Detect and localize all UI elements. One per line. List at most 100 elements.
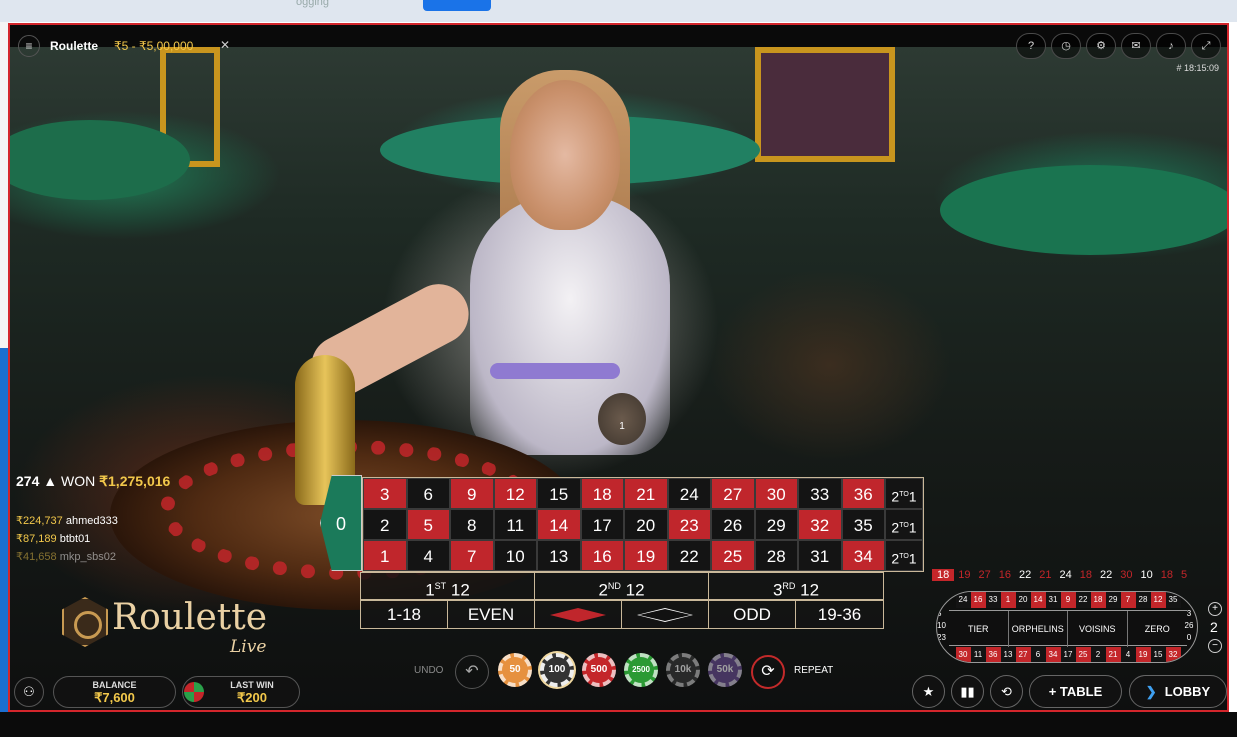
bet-spot-27[interactable]: 27 — [711, 478, 755, 509]
racetrack-number[interactable]: 18 — [1090, 592, 1106, 608]
racetrack-number[interactable]: 11 — [970, 647, 986, 662]
browser-blue-button[interactable] — [423, 0, 491, 11]
bet-spot-14[interactable]: 14 — [537, 509, 581, 540]
bet-limits[interactable]: ₹5 - ₹5,00,000 — [114, 39, 193, 53]
history-icon[interactable]: ◷ — [1051, 33, 1081, 59]
bet-spot-8[interactable]: 8 — [450, 509, 494, 540]
bet-spot-6[interactable]: 6 — [406, 478, 450, 509]
bet-spot-15[interactable]: 15 — [537, 478, 581, 509]
racetrack-tier[interactable]: TIER — [949, 611, 1009, 647]
racetrack-number[interactable]: 34 — [1045, 647, 1061, 662]
bet-spot-29[interactable]: 29 — [754, 509, 798, 540]
racetrack-number[interactable]: 21 — [1105, 647, 1121, 662]
column-bet-1[interactable]: 2TO1 — [885, 478, 923, 509]
racetrack-number[interactable]: 35 — [1165, 592, 1181, 608]
bet-spot-19[interactable]: 19 — [624, 540, 668, 571]
chip-50[interactable]: 50 — [498, 653, 532, 687]
bet-spot-9[interactable]: 9 — [450, 478, 494, 509]
racetrack-number[interactable]: 19 — [1135, 647, 1151, 662]
bet-spot-28[interactable]: 28 — [754, 540, 798, 571]
bet-spot-26[interactable]: 26 — [711, 509, 755, 540]
racetrack-number[interactable]: 3 — [1181, 608, 1197, 620]
bet-high[interactable]: 19-36 — [796, 601, 883, 628]
bet-spot-20[interactable]: 20 — [624, 509, 668, 540]
racetrack-number[interactable]: 30 — [955, 647, 971, 662]
help-icon[interactable]: ? — [1016, 33, 1046, 59]
racetrack-number[interactable]: 9 — [1060, 592, 1076, 608]
neighbours-minus-button[interactable]: − — [1208, 639, 1222, 653]
racetrack-number[interactable]: 1 — [1000, 592, 1016, 608]
bet-spot-2[interactable]: 2 — [363, 509, 407, 540]
statistics-button[interactable]: ▮▮ — [951, 675, 984, 708]
bet-spot-22[interactable]: 22 — [667, 540, 711, 571]
racetrack-zero[interactable]: ZERO — [1128, 611, 1188, 647]
racetrack[interactable]: 24 16 33 1 20 14 31 9 22 18 29 7 28 12 35 5 10 23 8 TIER … — [936, 591, 1198, 663]
racetrack-number[interactable]: 17 — [1060, 647, 1076, 662]
racetrack-number[interactable]: 13 — [1000, 647, 1016, 662]
racetrack-number[interactable]: 6 — [1030, 647, 1046, 662]
chip-2500[interactable]: 2500 — [624, 653, 658, 687]
bet-spot-32[interactable]: 32 — [798, 509, 842, 540]
bet-black[interactable] — [622, 601, 709, 628]
racetrack-number[interactable]: 24 — [955, 592, 971, 608]
bet-red[interactable] — [535, 601, 622, 628]
undo-button[interactable]: ↶ — [455, 655, 489, 689]
bet-spot-36[interactable]: 36 — [841, 478, 885, 509]
racetrack-orphelins[interactable]: ORPHELINS — [1009, 611, 1068, 647]
repeat-button[interactable]: ⟳ — [751, 655, 785, 689]
bet-spot-21[interactable]: 21 — [624, 478, 668, 509]
bet-spot-30[interactable]: 30 — [754, 478, 798, 509]
racetrack-number[interactable]: 12 — [1150, 592, 1166, 608]
column-bet-3[interactable]: 2TO1 — [885, 540, 923, 571]
sound-icon[interactable]: ♪ — [1156, 33, 1186, 59]
racetrack-number[interactable]: 7 — [1120, 592, 1136, 608]
racetrack-number[interactable]: 33 — [985, 592, 1001, 608]
bet-spot-13[interactable]: 13 — [537, 540, 581, 571]
racetrack-number[interactable]: 36 — [985, 647, 1001, 662]
bet-spot-16[interactable]: 16 — [580, 540, 624, 571]
bet-spot-31[interactable]: 31 — [798, 540, 842, 571]
bet-spot-33[interactable]: 33 — [798, 478, 842, 509]
chip-50k[interactable]: 50k — [708, 653, 742, 687]
switch-view-button[interactable]: ⟲ — [990, 675, 1023, 708]
bet-spot-12[interactable]: 12 — [493, 478, 537, 509]
racetrack-number[interactable]: 25 — [1075, 647, 1091, 662]
favourites-button[interactable]: ★ — [912, 675, 945, 708]
bet-spot-7[interactable]: 7 — [450, 540, 494, 571]
chips-settings-icon[interactable]: ⚇ — [14, 677, 44, 707]
close-icon[interactable]: ✕ — [220, 38, 230, 52]
racetrack-voisins[interactable]: VOISINS — [1068, 611, 1128, 647]
bet-spot-34[interactable]: 34 — [841, 540, 885, 571]
bet-spot-24[interactable]: 24 — [667, 478, 711, 509]
bet-spot-4[interactable]: 4 — [406, 540, 450, 571]
bet-spot-10[interactable]: 10 — [493, 540, 537, 571]
racetrack-number[interactable]: 2 — [1090, 647, 1106, 662]
bet-odd[interactable]: ODD — [709, 601, 796, 628]
bet-spot-18[interactable]: 18 — [580, 478, 624, 509]
bet-low[interactable]: 1-18 — [361, 601, 448, 628]
neighbours-plus-button[interactable]: + — [1208, 602, 1222, 616]
racetrack-number[interactable]: 0 — [1181, 632, 1197, 644]
bet-spot-17[interactable]: 17 — [580, 509, 624, 540]
racetrack-number[interactable]: 27 — [1015, 647, 1031, 662]
bet-spot-3[interactable]: 3 — [363, 478, 407, 509]
chip-10k[interactable]: 10k — [666, 653, 700, 687]
racetrack-number[interactable]: 16 — [970, 592, 986, 608]
settings-icon[interactable]: ⚙ — [1086, 33, 1116, 59]
racetrack-number[interactable]: 29 — [1105, 592, 1121, 608]
bet-spot-25[interactable]: 25 — [711, 540, 755, 571]
bet-spot-23[interactable]: 23 — [667, 509, 711, 540]
bet-even[interactable]: EVEN — [448, 601, 535, 628]
add-table-button[interactable]: + TABLE — [1029, 675, 1122, 708]
racetrack-number[interactable]: 22 — [1075, 592, 1091, 608]
bet-spot-11[interactable]: 11 — [493, 509, 537, 540]
lobby-button[interactable]: ❯ LOBBY — [1129, 675, 1227, 708]
racetrack-number[interactable]: 14 — [1030, 592, 1046, 608]
chip-500[interactable]: 500 — [582, 653, 616, 687]
racetrack-number[interactable]: 28 — [1135, 592, 1151, 608]
racetrack-number[interactable]: 26 — [1181, 620, 1197, 632]
racetrack-number[interactable]: 32 — [1165, 647, 1181, 662]
chip-100[interactable]: 100 — [540, 653, 574, 687]
racetrack-number[interactable]: 31 — [1045, 592, 1061, 608]
racetrack-number[interactable]: 15 — [1150, 647, 1166, 662]
